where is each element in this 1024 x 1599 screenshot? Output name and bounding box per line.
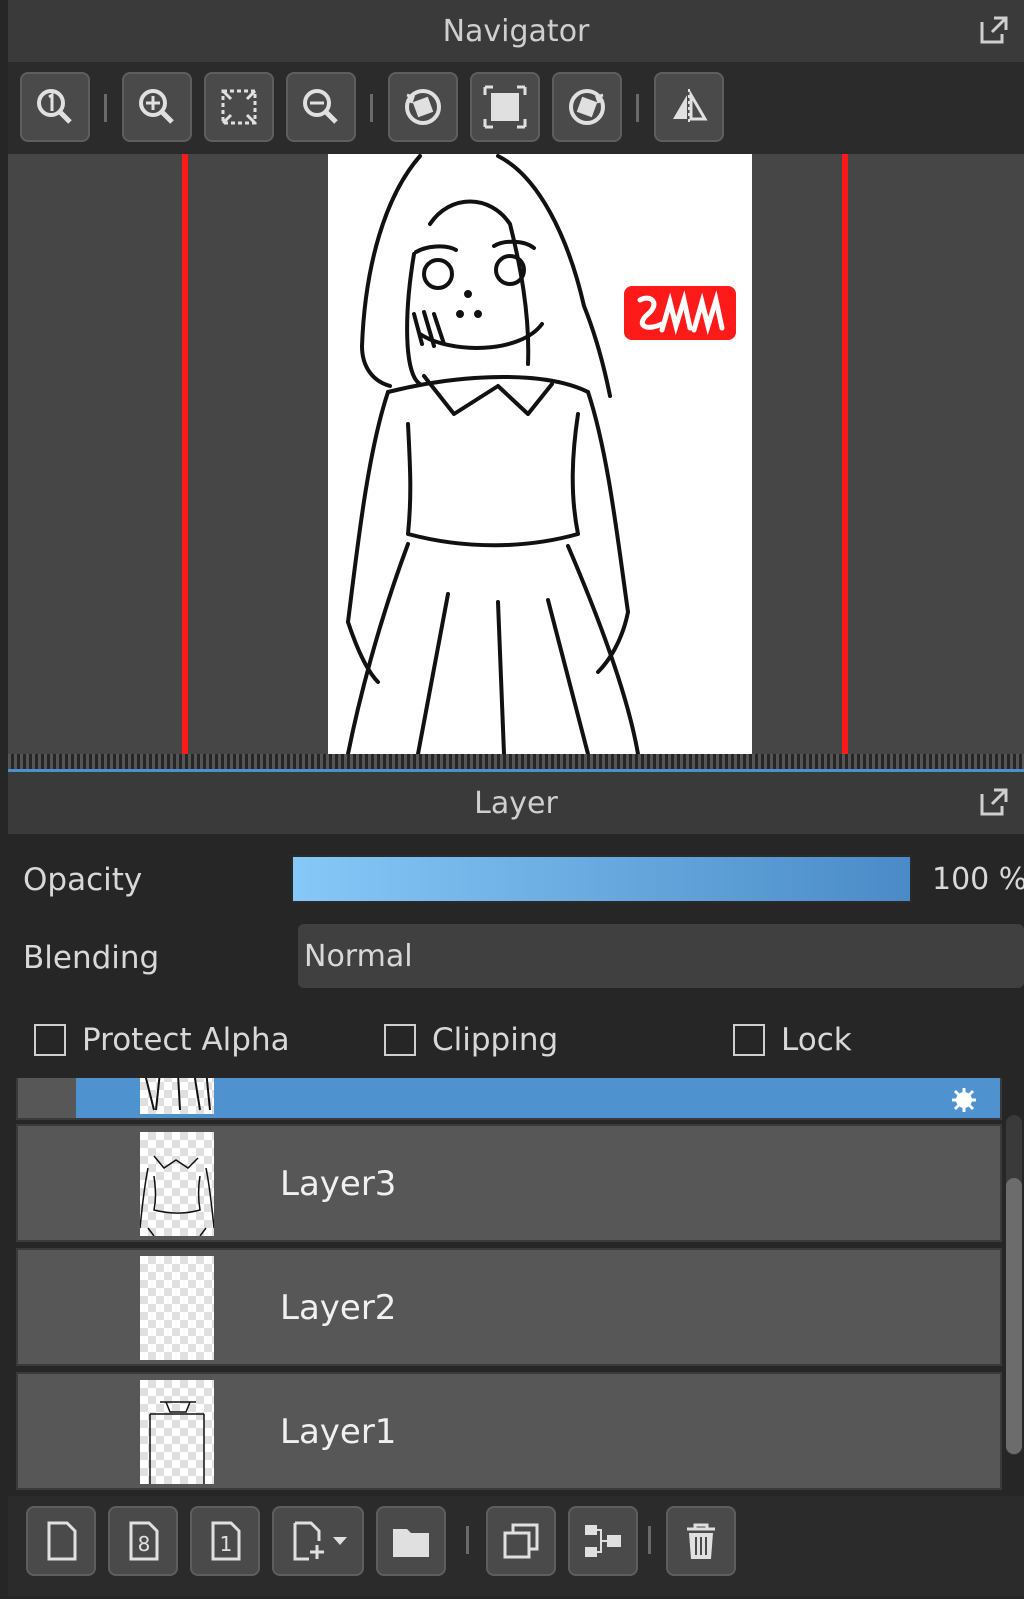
delete-layer-button[interactable] [666,1506,736,1576]
layer-visibility-area[interactable] [18,1250,76,1364]
layer-thumbnail [140,1380,214,1484]
layer-8bit-icon: 8 [129,1521,159,1561]
opacity-slider[interactable] [291,855,912,903]
panel-splitter[interactable] [8,754,1024,772]
opacity-value: 100 % [932,862,1024,897]
new-folder-button[interactable] [376,1506,446,1576]
rotate-right-button[interactable] [552,72,622,142]
layer-thumbnail [140,1078,214,1114]
duplicate-icon [503,1523,539,1559]
protect-alpha-checkbox[interactable]: Protect Alpha [34,1022,290,1058]
layer-name: Layer1 [280,1412,397,1452]
new-8bit-layer-button[interactable]: 8 [108,1506,178,1576]
zoom-out-icon [303,89,338,124]
merge-icon [585,1525,621,1557]
svg-text:8: 8 [138,1532,151,1556]
thumbnail-sketch [149,1401,205,1484]
canvas-thumbnail [328,154,752,754]
new-1bit-layer-button[interactable]: 1 [190,1506,260,1576]
blending-select[interactable]: Normal [298,924,1024,988]
layer-thumbnail [140,1132,214,1236]
girl-sketch-image [346,154,640,754]
navigator-preview[interactable] [8,154,1024,754]
layer-row[interactable]: Layer1 [16,1372,1002,1490]
thumbnail-sketch [144,1078,211,1111]
opacity-label: Opacity [23,862,143,898]
new-layer-button[interactable] [26,1506,96,1576]
protect-alpha-label: Protect Alpha [82,1022,290,1058]
toolbar-separator [636,94,639,122]
thumbnail-sketch [140,1155,214,1236]
blending-value: Normal [304,938,413,974]
layer-toolbar: 8 1 [8,1496,1024,1596]
flip-horizontal-button[interactable] [654,72,724,142]
layer-row[interactable]: Layer2 [16,1248,1002,1366]
fit-screen-icon [221,89,257,125]
merge-down-button[interactable] [568,1506,638,1576]
toolbar-separator [370,94,373,122]
trash-icon [687,1523,715,1559]
layer-row[interactable]: Layer3 [16,1124,1002,1242]
duplicate-layer-button[interactable] [486,1506,556,1576]
toolbar-separator [466,1526,469,1554]
layer-visibility-area[interactable] [18,1126,76,1240]
zoom-in-button[interactable] [122,72,192,142]
svg-text:1: 1 [220,1532,233,1556]
rotate-left-icon [405,89,441,125]
navigator-header: Navigator [8,0,1024,62]
zoom-actual-icon [37,89,72,124]
layer-thumbnail [140,1256,214,1360]
zoom-actual-size-button[interactable] [20,72,90,142]
add-layer-icon [293,1521,324,1561]
rotate-left-button[interactable] [388,72,458,142]
lock-checkbox[interactable]: Lock [733,1022,852,1058]
layer-title: Layer [474,785,558,821]
view-frame-left [182,154,188,754]
toolbar-separator [648,1526,651,1554]
flip-horizontal-icon [673,89,708,125]
layer-list[interactable]: Layer3 Layer2 Layer1 [16,1078,1002,1490]
reset-view-icon [483,85,527,129]
navigator-title: Navigator [442,13,590,49]
rotate-reset-button[interactable] [470,72,540,142]
zoom-fit-button[interactable] [204,72,274,142]
new-page-icon [47,1521,77,1561]
zoom-in-icon [139,89,174,124]
checkbox-box[interactable] [384,1024,416,1056]
layer-scrollbar-thumb[interactable] [1006,1178,1022,1454]
lock-label: Lock [781,1022,852,1058]
layer-visibility-area[interactable] [18,1374,76,1488]
chevron-down-icon [333,1537,347,1545]
toolbar-separator [104,94,107,122]
blending-label: Blending [23,940,160,976]
signature-stamp [624,286,736,340]
layer-name: Layer2 [280,1288,397,1328]
checkbox-box[interactable] [733,1024,765,1056]
clipping-checkbox[interactable]: Clipping [384,1022,558,1058]
popout-icon[interactable] [978,14,1010,46]
view-frame-right [842,154,848,754]
rotate-right-icon [569,89,605,125]
folder-icon [393,1529,429,1557]
layer-name: Layer3 [280,1164,397,1204]
layer-row-selected[interactable] [16,1078,1002,1120]
checkbox-box[interactable] [34,1024,66,1056]
layer-settings-icon[interactable] [942,1088,986,1118]
add-layer-dropdown-button[interactable] [272,1506,364,1576]
layer-header: Layer [8,772,1024,834]
popout-icon[interactable] [978,786,1010,818]
navigator-toolbar [8,62,1024,154]
zoom-out-button[interactable] [286,72,356,142]
clipping-label: Clipping [432,1022,559,1058]
layer-visibility-area[interactable] [18,1078,76,1118]
layer-1bit-icon: 1 [211,1521,241,1561]
